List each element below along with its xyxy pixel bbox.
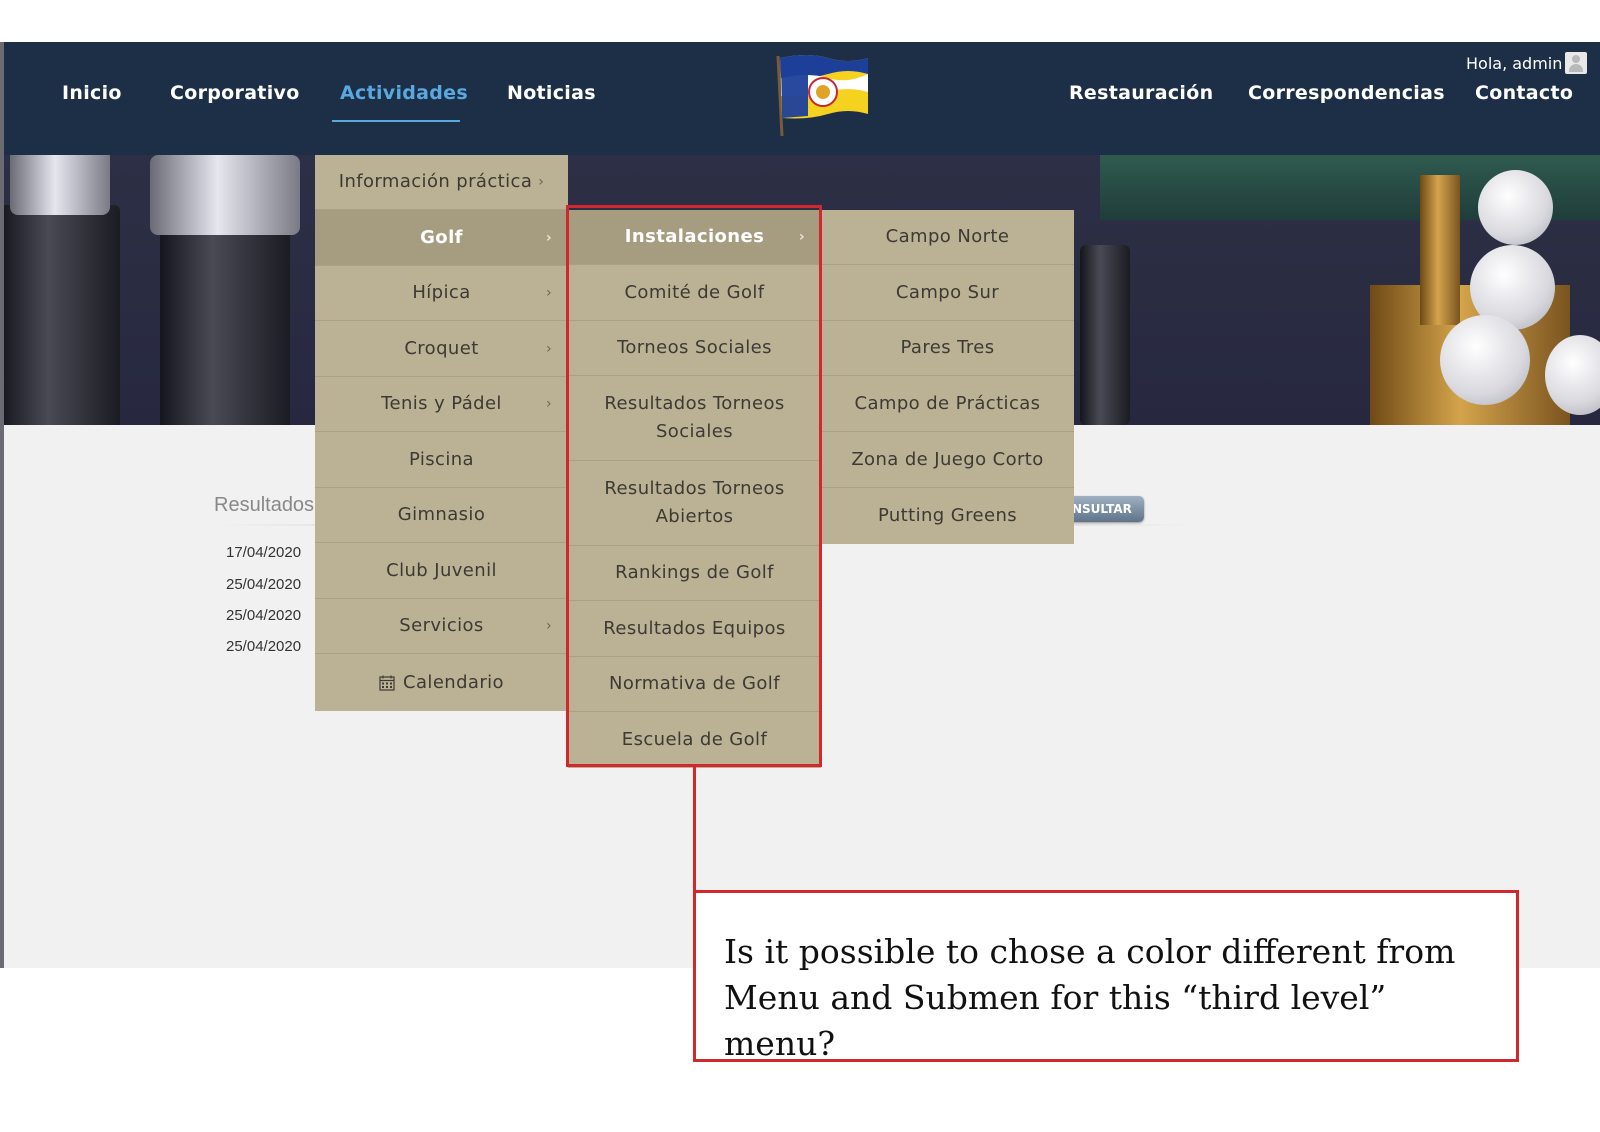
chevron-right-icon: › (545, 229, 552, 246)
calendar-icon (379, 675, 395, 691)
trophy-base (1080, 245, 1130, 425)
menu-item-putting-greens[interactable]: Putting Greens (821, 488, 1074, 544)
menu-item-zona-juego-corto[interactable]: Zona de Juego Corto (821, 432, 1074, 488)
screenshot-edge (0, 42, 4, 968)
chevron-right-icon: › (546, 396, 552, 412)
user-avatar-icon[interactable] (1565, 52, 1587, 74)
menu-item-croquet[interactable]: Croquet › (315, 321, 568, 377)
chevron-right-icon: › (546, 618, 552, 634)
consultar-label: NSULTAR (1072, 502, 1132, 516)
menu-item-calendario[interactable]: Calendario (315, 654, 568, 711)
nav-contacto[interactable]: Contacto (1475, 82, 1573, 104)
result-date[interactable]: 25/04/2020 (226, 576, 301, 593)
menu-item-campo-norte[interactable]: Campo Norte (821, 210, 1074, 265)
menu-item-golf[interactable]: Golf › (315, 210, 568, 266)
dropdown-menu-level-3: Campo Norte Campo Sur Pares Tres Campo d… (821, 210, 1074, 544)
club-flag-logo[interactable] (768, 52, 872, 138)
menu-item-piscina[interactable]: Piscina (315, 432, 568, 488)
menu-item-pares-tres[interactable]: Pares Tres (821, 321, 1074, 376)
menu-item-campo-practicas[interactable]: Campo de Prácticas (821, 376, 1074, 432)
callout-connector-line (693, 767, 696, 892)
menu-item-campo-sur[interactable]: Campo Sur (821, 265, 1074, 321)
menu-item-hipica[interactable]: Hípica › (315, 266, 568, 321)
result-date[interactable]: 17/04/2020 (226, 544, 301, 561)
menu-item-gimnasio[interactable]: Gimnasio (315, 488, 568, 543)
trophy-base (0, 205, 120, 425)
chevron-right-icon: › (546, 285, 552, 301)
nav-restauracion[interactable]: Restauración (1069, 82, 1213, 104)
menu-item-servicios[interactable]: Servicios › (315, 599, 568, 654)
results-title: Resultados (214, 494, 315, 516)
menu-item-club-juvenil[interactable]: Club Juvenil (315, 543, 568, 599)
active-nav-underline (332, 120, 460, 122)
nav-corporativo[interactable]: Corporativo (170, 82, 300, 104)
callout-text: Is it possible to chose a color differen… (724, 932, 1456, 1063)
trophy-base (160, 225, 290, 425)
golf-ball (1440, 315, 1530, 405)
menu-item-informacion-practica[interactable]: Información práctica › (315, 155, 568, 210)
nav-noticias[interactable]: Noticias (507, 82, 596, 104)
highlight-box (566, 205, 822, 767)
silver-cup (10, 155, 110, 215)
silver-cup (150, 155, 300, 235)
result-date[interactable]: 25/04/2020 (226, 607, 301, 624)
dropdown-menu-level-1: Información práctica › Golf › Hípica › Croq… (315, 155, 568, 711)
golf-ball (1478, 170, 1553, 245)
gold-trophy (1420, 175, 1460, 325)
nav-correspondencias[interactable]: Correspondencias (1248, 82, 1445, 104)
chevron-right-icon: › (538, 174, 545, 190)
menu-item-tenis-padel[interactable]: Tenis y Pádel › (315, 377, 568, 432)
annotation-callout: Is it possible to chose a color differen… (693, 890, 1519, 1063)
result-date[interactable]: 25/04/2020 (226, 638, 301, 655)
chevron-right-icon: › (546, 340, 552, 357)
user-greeting[interactable]: Hola, admin (1466, 54, 1562, 73)
nav-inicio[interactable]: Inicio (62, 82, 122, 104)
nav-actividades[interactable]: Actividades (340, 82, 468, 104)
